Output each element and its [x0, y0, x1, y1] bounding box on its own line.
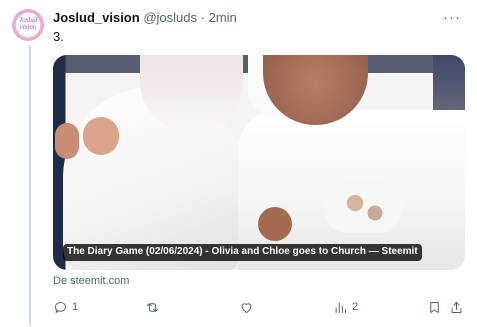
tweet[interactable]: Joslud vision Joslud_vision @josluds · 2… [0, 0, 477, 327]
baby-left-hand [83, 117, 119, 155]
author-name[interactable]: Joslud_vision [53, 10, 140, 25]
timestamp[interactable]: 2min [209, 10, 237, 25]
separator: · [200, 10, 205, 25]
author-handle[interactable]: @josluds [143, 10, 197, 25]
like-button[interactable] [239, 297, 254, 317]
baby-left-arm [55, 123, 79, 159]
reply-button[interactable]: 1 [53, 297, 78, 317]
link-card[interactable]: The Diary Game (02/06/2024) - Olivia and… [53, 55, 465, 270]
reply-icon [55, 301, 66, 313]
thread-line [29, 46, 31, 326]
bookmark-button[interactable] [427, 297, 442, 317]
avatar[interactable]: Joslud vision [12, 9, 44, 41]
retweet-icon [147, 302, 158, 312]
card-source[interactable]: De steemit.com [53, 274, 129, 288]
baby-right-lace-detail [323, 183, 403, 233]
share-icon [451, 301, 462, 313]
avatar-logo-text: Joslud vision [19, 16, 38, 31]
tweet-actions: 1 2 [53, 297, 465, 317]
retweet-button[interactable] [145, 297, 160, 317]
bookmark-icon [430, 301, 439, 313]
more-options-icon[interactable]: ··· [443, 9, 461, 26]
like-icon [241, 302, 252, 313]
views-icon [335, 302, 346, 313]
views-button[interactable]: 2 [333, 297, 358, 317]
tweet-header: Joslud_vision @josluds · 2min [53, 10, 237, 26]
reply-count: 1 [72, 301, 79, 313]
views-count: 2 [352, 301, 359, 313]
share-button[interactable] [449, 297, 464, 317]
card-caption[interactable]: The Diary Game (02/06/2024) - Olivia and… [63, 244, 422, 261]
tweet-text: 3. [53, 29, 64, 44]
baby-right-hand [258, 207, 292, 241]
